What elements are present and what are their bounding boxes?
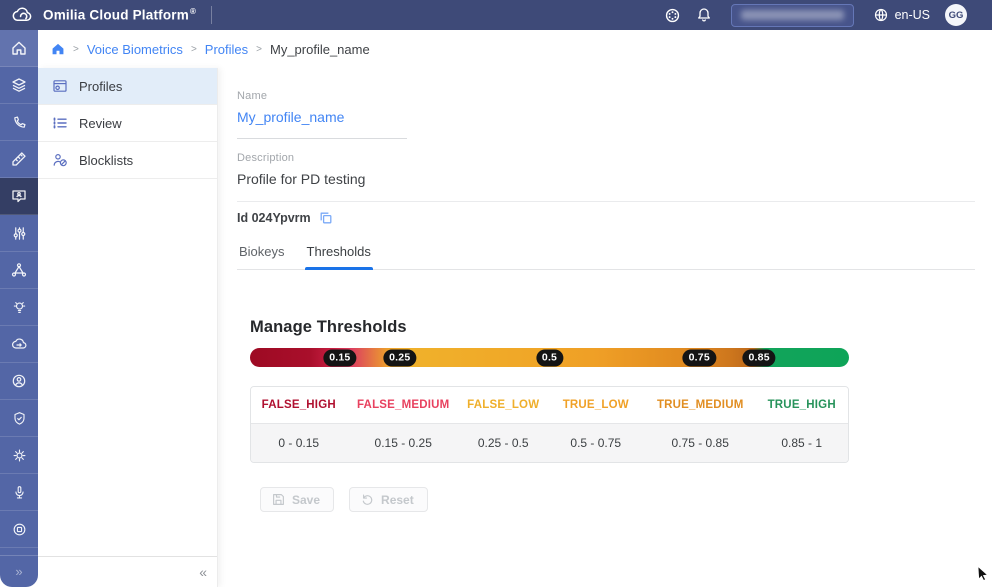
voice-chat-icon[interactable] [0, 178, 38, 215]
home-icon[interactable] [0, 30, 38, 67]
name-input[interactable]: My_profile_name [237, 109, 407, 139]
threshold-marker[interactable]: 0.15 [323, 349, 356, 366]
globe-icon [873, 7, 889, 23]
breadcrumb-separator: > [256, 44, 262, 55]
badge-check-icon[interactable] [0, 400, 38, 437]
sidebar-item-label: Review [79, 116, 122, 131]
header-divider [211, 6, 212, 24]
breadcrumb-link-voice-biometrics[interactable]: Voice Biometrics [87, 42, 183, 57]
sidebar-item-blocklists[interactable]: Blocklists [38, 142, 217, 179]
account-selector[interactable] [731, 4, 854, 27]
workflow-icon[interactable] [0, 252, 38, 289]
column-header: TRUE_LOW [547, 387, 646, 423]
sidebar-collapse-button[interactable]: « [38, 556, 217, 587]
blocklist-person-icon [52, 152, 68, 168]
name-label: Name [237, 90, 975, 102]
record-icon[interactable] [0, 511, 38, 548]
section-title: Manage Thresholds [250, 318, 975, 337]
expand-icon: » [15, 564, 22, 579]
profile-id-row: Id 024Ypvrm [237, 211, 975, 225]
mouse-cursor [977, 566, 990, 585]
blurred-text [741, 10, 844, 20]
sidebar-item-profiles[interactable]: Profiles [38, 68, 217, 105]
thresholds-table-header-row: FALSE_HIGH FALSE_MEDIUM FALSE_LOW TRUE_L… [251, 387, 848, 423]
phone-icon[interactable] [0, 104, 38, 141]
threshold-marker[interactable]: 0.85 [743, 349, 776, 366]
rail-expand-button[interactable]: » [0, 555, 38, 587]
icon-rail: » [0, 30, 38, 587]
breadcrumb-separator: > [191, 44, 197, 55]
sidebar-item-review[interactable]: Review [38, 105, 217, 142]
sidebar-item-label: Blocklists [79, 153, 133, 168]
locale-switcher[interactable]: en-US [873, 7, 930, 23]
range-cell: 0.25 - 0.5 [460, 423, 547, 462]
lightbulb-icon[interactable] [0, 289, 38, 326]
threshold-marker[interactable]: 0.25 [383, 349, 416, 366]
cloud-logo-icon [11, 7, 34, 23]
save-icon [272, 493, 285, 506]
gear-icon[interactable] [0, 437, 38, 474]
breadcrumb: > Voice Biometrics > Profiles > My_profi… [38, 30, 992, 68]
thresholds-table-value-row: 0 - 0.15 0.15 - 0.25 0.25 - 0.5 0.5 - 0.… [251, 423, 848, 462]
apps-wheel-icon[interactable] [664, 7, 681, 24]
top-header: Omilia Cloud Platform® [0, 0, 992, 30]
column-header: FALSE_LOW [460, 387, 547, 423]
breadcrumb-home-icon[interactable] [51, 42, 65, 56]
trademark: ® [190, 7, 196, 16]
id-label: Id [237, 211, 248, 225]
profile-tabs: Biokeys Thresholds [237, 235, 975, 270]
divider [237, 201, 975, 202]
sliders-icon[interactable] [0, 215, 38, 252]
column-header: TRUE_MEDIUM [645, 387, 755, 423]
range-cell: 0.5 - 0.75 [547, 423, 646, 462]
save-button[interactable]: Save [260, 487, 334, 512]
threshold-gradient-bar[interactable]: 0.15 0.25 0.5 0.75 0.85 [250, 348, 849, 367]
column-header: FALSE_HIGH [251, 387, 347, 423]
layers-icon[interactable] [0, 67, 38, 104]
description-label: Description [237, 152, 975, 164]
user-circle-icon[interactable] [0, 363, 38, 400]
reset-button[interactable]: Reset [349, 487, 428, 512]
range-cell: 0 - 0.15 [251, 423, 347, 462]
threshold-marker[interactable]: 0.75 [683, 349, 716, 366]
save-label: Save [292, 493, 320, 507]
reset-label: Reset [381, 493, 414, 507]
thresholds-table: FALSE_HIGH FALSE_MEDIUM FALSE_LOW TRUE_L… [250, 386, 849, 463]
locale-label: en-US [895, 8, 930, 22]
description-value[interactable]: Profile for PD testing [237, 171, 975, 187]
breadcrumb-current: My_profile_name [270, 42, 370, 57]
reset-icon [361, 493, 374, 506]
tab-biokeys[interactable]: Biokeys [237, 235, 287, 269]
main-content: Name My_profile_name Description Profile… [218, 68, 992, 587]
avatar[interactable]: GG [945, 4, 967, 26]
tab-thresholds[interactable]: Thresholds [305, 235, 373, 269]
column-header: TRUE_HIGH [755, 387, 848, 423]
profile-card-icon [52, 78, 68, 94]
id-value: 024Ypvrm [252, 211, 311, 225]
breadcrumb-link-profiles[interactable]: Profiles [205, 42, 248, 57]
range-cell: 0.85 - 1 [755, 423, 848, 462]
app-title: Omilia Cloud Platform® [43, 7, 196, 23]
breadcrumb-separator: > [73, 44, 79, 55]
bell-icon[interactable] [696, 7, 712, 23]
review-list-icon [52, 115, 68, 131]
cloud-sync-icon[interactable] [0, 326, 38, 363]
section-sidebar: Profiles Review Blocklists « [38, 68, 218, 587]
column-header: FALSE_MEDIUM [347, 387, 460, 423]
copy-icon[interactable] [319, 211, 333, 225]
range-cell: 0.75 - 0.85 [645, 423, 755, 462]
collapse-icon: « [199, 564, 207, 580]
range-cell: 0.15 - 0.25 [347, 423, 460, 462]
design-tools-icon[interactable] [0, 141, 38, 178]
microphone-icon[interactable] [0, 474, 38, 511]
threshold-marker[interactable]: 0.5 [536, 349, 563, 366]
sidebar-item-label: Profiles [79, 79, 122, 94]
